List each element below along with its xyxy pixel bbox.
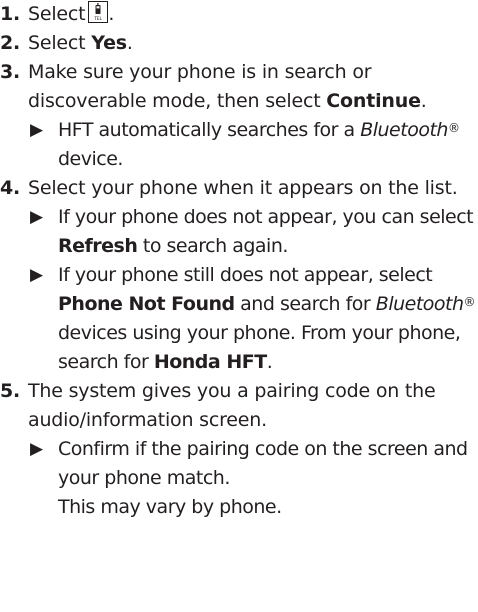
step-4-note-1: ▶ If your phone does not appear, you can … xyxy=(0,203,478,261)
step-5-note: ▶ Confirm if the pairing code on the scre… xyxy=(0,435,478,522)
step-3-note: ▶ HFT automatically searches for a Blueto… xyxy=(0,116,478,174)
step-text: Make sure your phone is in search or dis… xyxy=(28,61,372,112)
arrow-icon: ▶ xyxy=(30,207,43,227)
instruction-list: 1. Select TEL . 2. Select Yes. 3. Make sure… xyxy=(0,0,478,522)
refresh-label: Refresh xyxy=(58,235,138,257)
arrow-icon: ▶ xyxy=(30,120,43,140)
step-text: The system gives you a pairing code on t… xyxy=(28,380,436,431)
arrow-icon: ▶ xyxy=(30,439,43,459)
step-3: 3. Make sure your phone is in search or d… xyxy=(0,58,478,116)
note-text: If your phone does not appear, you can s… xyxy=(58,206,474,228)
tel-phone-icon: TEL xyxy=(88,1,109,23)
phone-not-found-label: Phone Not Found xyxy=(58,293,235,315)
step-number: 5. xyxy=(0,380,21,402)
step-4-note-2: ▶ If your phone still does not appear, se… xyxy=(0,261,478,377)
step-number: 3. xyxy=(0,61,21,83)
step-text: Select your phone when it appears on the… xyxy=(28,177,458,199)
bluetooth-label: Bluetooth xyxy=(375,293,464,315)
step-number: 2. xyxy=(0,32,21,54)
step-text-end: . xyxy=(126,32,133,54)
note-text-end: . xyxy=(266,351,273,373)
registered-mark: ® xyxy=(447,121,460,135)
continue-label: Continue xyxy=(326,90,421,112)
registered-mark: ® xyxy=(463,295,476,309)
tel-icon-label: TEL xyxy=(94,16,103,22)
note-text: HFT automatically searches for a xyxy=(58,119,355,141)
step-number: 4. xyxy=(0,177,21,199)
step-text-end: . xyxy=(420,90,427,112)
bluetooth-label: Bluetooth xyxy=(360,119,448,141)
arrow-icon: ▶ xyxy=(30,265,43,285)
note-text-end: This may vary by phone. xyxy=(58,496,282,518)
note-text-mid: and search for xyxy=(240,293,371,315)
step-number: 1. xyxy=(0,3,21,25)
note-text: Confirm if the pairing code on the scree… xyxy=(58,438,468,489)
step-4: 4. Select your phone when it appears on t… xyxy=(0,174,478,203)
yes-label: Yes xyxy=(91,32,127,54)
step-text-end: . xyxy=(108,3,115,25)
step-text: Select xyxy=(28,3,86,25)
step-1: 1. Select TEL . xyxy=(0,0,478,29)
step-2: 2. Select Yes. xyxy=(0,29,478,58)
note-text-end: device. xyxy=(58,148,123,170)
step-5: 5. The system gives you a pairing code on… xyxy=(0,377,478,435)
honda-hft-label: Honda HFT xyxy=(153,351,267,373)
step-text: Select xyxy=(28,32,86,54)
note-text: If your phone still does not appear, sel… xyxy=(58,264,433,286)
note-text-end: to search again. xyxy=(142,235,288,257)
